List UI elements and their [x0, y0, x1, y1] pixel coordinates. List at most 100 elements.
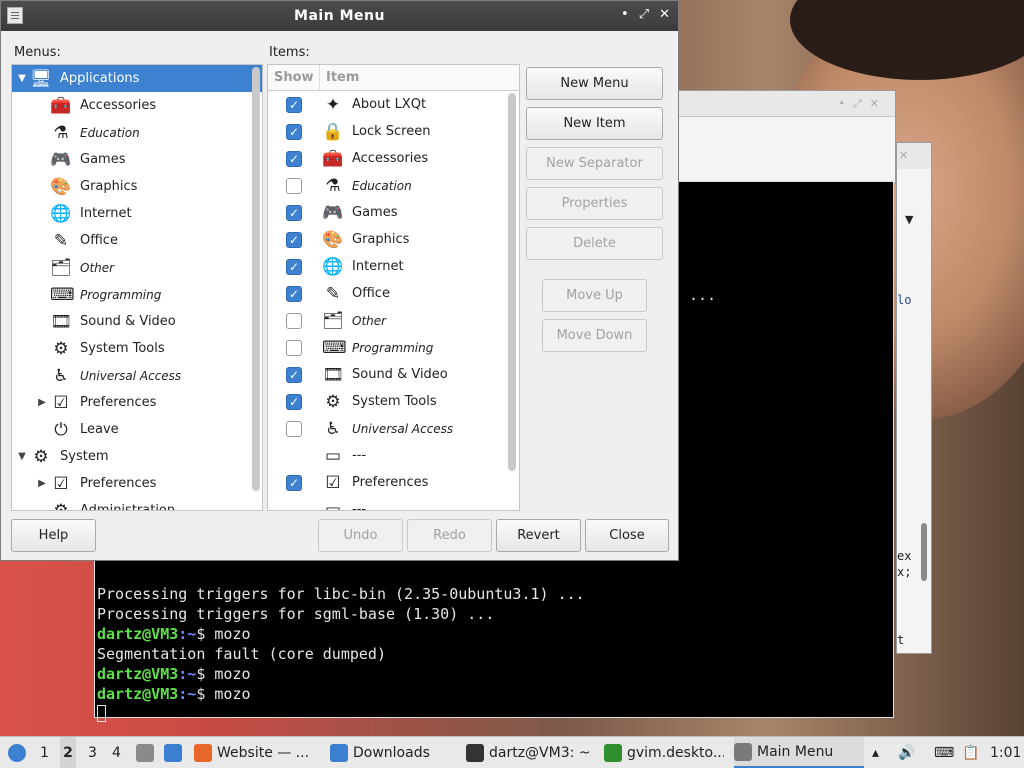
- taskbar-task[interactable]: Main Menu: [734, 737, 864, 768]
- items-list-row[interactable]: ✓ 🎨 Graphics: [268, 226, 519, 253]
- menu-tree-item[interactable]: ▼ 🖥 Applications: [12, 65, 262, 92]
- menu-tree-item[interactable]: 🧰 Accessories: [12, 92, 262, 119]
- menu-tree-item[interactable]: 🎮 Games: [12, 146, 262, 173]
- items-list-row[interactable]: ✓ 🎞 Sound & Video: [268, 361, 519, 388]
- taskbar-task[interactable]: Downloads: [330, 737, 456, 768]
- items-list-row[interactable]: ✓ 🌐 Internet: [268, 253, 519, 280]
- bg-window-controls[interactable]: •⤢✕: [838, 97, 887, 111]
- items-list[interactable]: Show Item ✓ ✦ About LXQt ✓ 🔒 Lock Screen ✓ 🧰 Acc…: [267, 64, 520, 511]
- items-list-row[interactable]: ✓ 🎮 Games: [268, 199, 519, 226]
- menu-tree-item[interactable]: ⏻ Leave: [12, 416, 262, 443]
- menu-tree-item[interactable]: 🌐 Internet: [12, 200, 262, 227]
- show-checkbox[interactable]: ✓: [286, 393, 302, 410]
- menu-tree-item[interactable]: ⚙ System Tools: [12, 335, 262, 362]
- undo-button[interactable]: Undo: [318, 519, 403, 552]
- close-button[interactable]: Close: [585, 519, 669, 552]
- menu-tree-item[interactable]: ▶ ☑ Preferences: [12, 470, 262, 497]
- delete-button[interactable]: Delete: [526, 227, 663, 260]
- keyboard-icon[interactable]: ⌨: [934, 737, 954, 768]
- show-checkbox[interactable]: ✓: [286, 231, 302, 248]
- sound-video-icon: 🎞: [322, 364, 344, 385]
- menu-tree-item[interactable]: ⚙ Administration: [12, 497, 262, 511]
- show-checkbox[interactable]: ✓: [286, 258, 302, 275]
- new-item-button[interactable]: New Item: [526, 107, 663, 140]
- start-menu-button[interactable]: [6, 737, 28, 768]
- items-list-row[interactable]: ✓ 🧰 Accessories: [268, 145, 519, 172]
- chevron-down-icon[interactable]: ▼: [16, 73, 28, 84]
- window-icon: [164, 744, 182, 762]
- file-manager-launcher[interactable]: [164, 737, 184, 768]
- menu-tree-item[interactable]: 🗂 Other: [12, 254, 262, 281]
- items-list-row[interactable]: ✓ ⚙ System Tools: [268, 388, 519, 415]
- close-window-button[interactable]: ✕: [659, 7, 670, 22]
- help-button[interactable]: Help: [11, 519, 96, 552]
- items-list-scrollbar[interactable]: [508, 93, 516, 471]
- show-column-header[interactable]: Show: [268, 65, 320, 90]
- clipboard-icon[interactable]: 📋: [962, 737, 982, 768]
- bg-editor-scrollbar[interactable]: [921, 523, 927, 581]
- chevron-down-icon[interactable]: ▼: [16, 451, 28, 462]
- chevron-down-icon[interactable]: ▼: [905, 213, 913, 226]
- move-up-button[interactable]: Move Up: [542, 279, 647, 312]
- items-list-row[interactable]: ♿ Universal Access: [268, 415, 519, 442]
- items-list-row[interactable]: ✓ 🔒 Lock Screen: [268, 118, 519, 145]
- window-titlebar[interactable]: Main Menu • ⤢ ✕: [1, 1, 678, 31]
- volume-icon[interactable]: 🔊: [898, 737, 918, 768]
- items-list-row[interactable]: ✓ ✦ About LXQt: [268, 91, 519, 118]
- menu-tree-item[interactable]: ♿ Universal Access: [12, 362, 262, 389]
- workspace-3[interactable]: 3: [88, 737, 100, 768]
- menu-tree-item[interactable]: 🎨 Graphics: [12, 173, 262, 200]
- workspace-1[interactable]: 1: [40, 737, 52, 768]
- properties-button[interactable]: Properties: [526, 187, 663, 220]
- show-checkbox[interactable]: ✓: [286, 366, 302, 383]
- show-checkbox[interactable]: ✓: [286, 150, 302, 167]
- new-menu-button[interactable]: New Menu: [526, 67, 663, 100]
- office-icon: ✎: [325, 283, 341, 304]
- move-down-button[interactable]: Move Down: [542, 319, 647, 352]
- items-list-row[interactable]: ⌨ Programming: [268, 334, 519, 361]
- workspace-4[interactable]: 4: [112, 737, 124, 768]
- items-list-row[interactable]: 🗂 Other: [268, 307, 519, 334]
- show-checkbox[interactable]: ✓: [286, 474, 302, 491]
- chevron-right-icon[interactable]: ▶: [36, 478, 48, 489]
- maximize-button[interactable]: ⤢: [639, 7, 649, 22]
- item-column-header[interactable]: Item: [320, 65, 359, 90]
- taskbar-task[interactable]: dartz@VM3: ~: [466, 737, 594, 768]
- show-checkbox[interactable]: [286, 312, 302, 329]
- show-checkbox[interactable]: [286, 339, 302, 356]
- menu-tree-item[interactable]: ✎ Office: [12, 227, 262, 254]
- menu-tree-item[interactable]: ⌨ Programming: [12, 281, 262, 308]
- redo-button[interactable]: Redo: [407, 519, 492, 552]
- show-checkbox[interactable]: [286, 420, 302, 437]
- items-list-row[interactable]: ⚗ Education: [268, 172, 519, 199]
- items-list-row[interactable]: ✓ ☑ Preferences: [268, 469, 519, 496]
- clock[interactable]: 1:01: [990, 737, 1020, 768]
- menus-tree[interactable]: ▼ 🖥 Applications 🧰 Accessories ⚗ Education 🎮 Gam…: [11, 64, 263, 511]
- show-checkbox[interactable]: ✓: [286, 285, 302, 302]
- menus-tree-scrollbar[interactable]: [252, 67, 260, 491]
- taskbar-task[interactable]: Website — ...: [194, 737, 322, 768]
- show-checkbox[interactable]: ✓: [286, 123, 302, 140]
- minimize-button[interactable]: •: [621, 7, 629, 22]
- bg-editor-controls[interactable]: ✕: [899, 149, 908, 162]
- chevron-right-icon[interactable]: ▶: [36, 397, 48, 408]
- scroll-arrows-icon[interactable]: ▴: [872, 737, 888, 768]
- new-separator-button[interactable]: New Separator: [526, 147, 663, 180]
- main-menu-window[interactable]: Main Menu • ⤢ ✕ Menus: Items: ▼ 🖥 Applicat…: [0, 0, 679, 561]
- show-checkbox[interactable]: ✓: [286, 96, 302, 113]
- menu-tree-item[interactable]: ▼ ⚙ System: [12, 443, 262, 470]
- workspace-2[interactable]: 2: [60, 737, 76, 768]
- show-desktop-button[interactable]: [136, 737, 154, 768]
- show-checkbox[interactable]: ✓: [286, 204, 302, 221]
- menu-tree-item[interactable]: ▶ ☑ Preferences: [12, 389, 262, 416]
- menu-tree-item[interactable]: 🎞 Sound & Video: [12, 308, 262, 335]
- items-list-row[interactable]: ▭ ---: [268, 496, 519, 511]
- background-editor-window[interactable]: ✕ ▼ lo ex x; t: [896, 142, 932, 654]
- taskbar-task[interactable]: gvim.deskto...: [604, 737, 724, 768]
- show-checkbox[interactable]: [286, 177, 302, 194]
- background-window-titlebar[interactable]: •⤢✕: [678, 90, 896, 184]
- items-list-row[interactable]: ▭ ---: [268, 442, 519, 469]
- menu-tree-item[interactable]: ⚗ Education: [12, 119, 262, 146]
- items-list-row[interactable]: ✓ ✎ Office: [268, 280, 519, 307]
- revert-button[interactable]: Revert: [496, 519, 581, 552]
